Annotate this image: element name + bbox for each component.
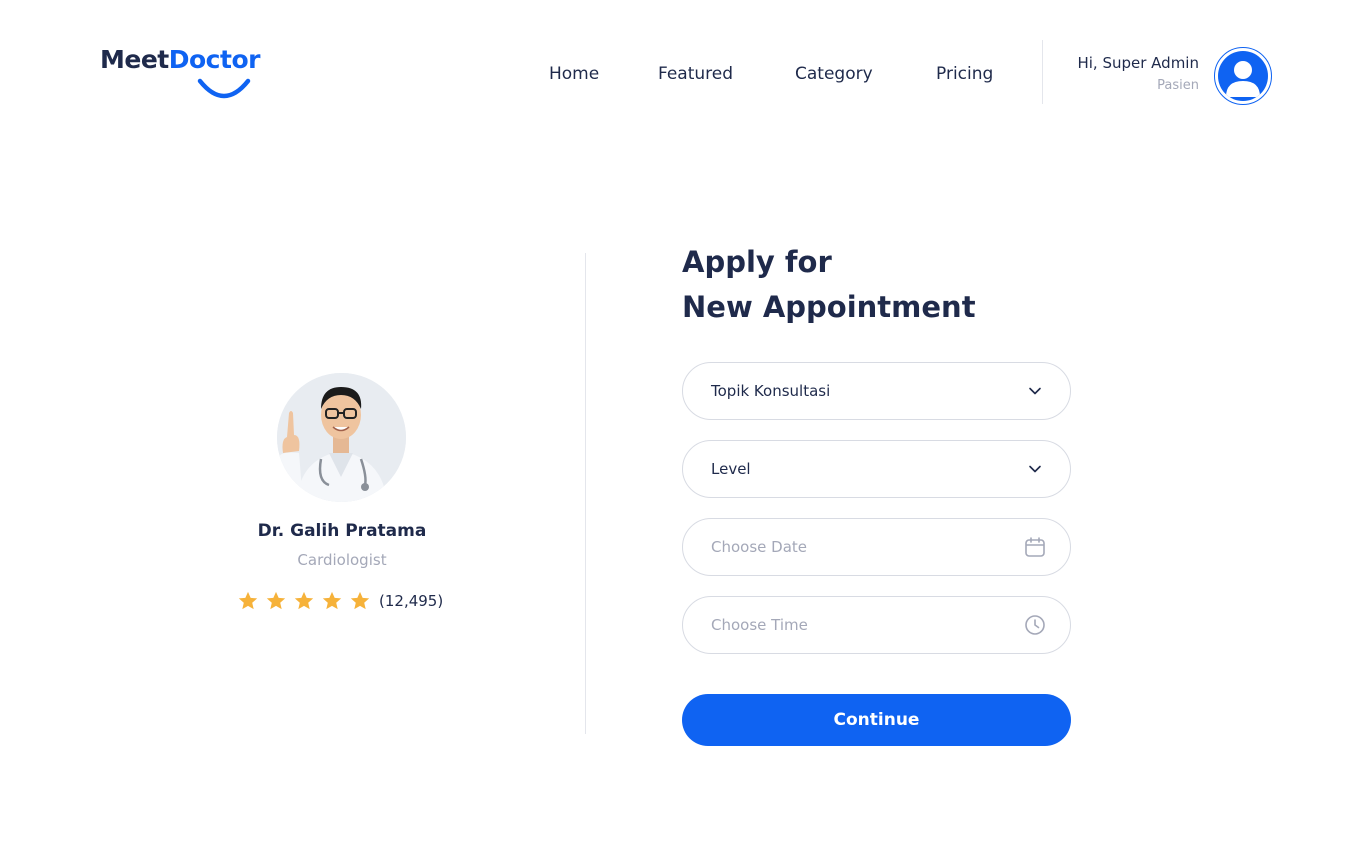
time-input[interactable]: Choose Time [682, 596, 1071, 654]
star-icon [266, 591, 286, 610]
rating-count: (12,495) [379, 592, 444, 610]
user-avatar [1218, 51, 1268, 101]
doctor-name: Dr. Galih Pratama [257, 521, 427, 541]
brand-wordmark: MeetDoctor [100, 44, 270, 76]
form-title-line1: Apply for [682, 245, 832, 279]
calendar-icon[interactable] [1024, 536, 1046, 558]
date-input-placeholder: Choose Date [711, 538, 807, 556]
header-divider [1042, 40, 1043, 104]
brand-logo[interactable]: MeetDoctor [100, 44, 270, 100]
smile-icon [197, 78, 251, 99]
doctor-specialty: Cardiologist [297, 551, 387, 569]
level-select-value: Level [711, 460, 751, 478]
clock-icon[interactable] [1024, 614, 1046, 636]
user-icon [1226, 61, 1260, 97]
time-input-placeholder: Choose Time [711, 616, 808, 634]
continue-button[interactable]: Continue [682, 694, 1071, 746]
form-title: Apply for New Appointment [682, 240, 976, 330]
section-divider [585, 253, 586, 734]
date-input[interactable]: Choose Date [682, 518, 1071, 576]
user-role: Pasien [1157, 78, 1199, 93]
nav-category-link[interactable]: Category [795, 62, 873, 86]
form-title-line2: New Appointment [682, 290, 976, 324]
user-greeting: Hi, Super Admin [1077, 54, 1199, 72]
level-select[interactable]: Level [682, 440, 1071, 498]
star-icon [294, 591, 314, 610]
nav-home-link[interactable]: Home [549, 62, 599, 86]
brand-name-part1: Meet [100, 45, 169, 74]
doctor-illustration [277, 373, 406, 502]
doctor-rating: (12,495) [237, 588, 443, 614]
chevron-down-icon [1024, 458, 1046, 480]
topic-select[interactable]: Topik Konsultasi [682, 362, 1071, 420]
brand-name-part2: Doctor [168, 45, 261, 74]
star-icon [238, 591, 258, 610]
nav-featured-link[interactable]: Featured [658, 62, 733, 86]
doctor-photo [277, 373, 406, 502]
nav-pricing-link[interactable]: Pricing [936, 62, 993, 86]
chevron-down-icon [1024, 380, 1046, 402]
star-icon [322, 591, 342, 610]
topic-select-value: Topik Konsultasi [711, 382, 831, 400]
user-avatar-button[interactable] [1214, 47, 1272, 105]
star-icon [350, 591, 370, 610]
